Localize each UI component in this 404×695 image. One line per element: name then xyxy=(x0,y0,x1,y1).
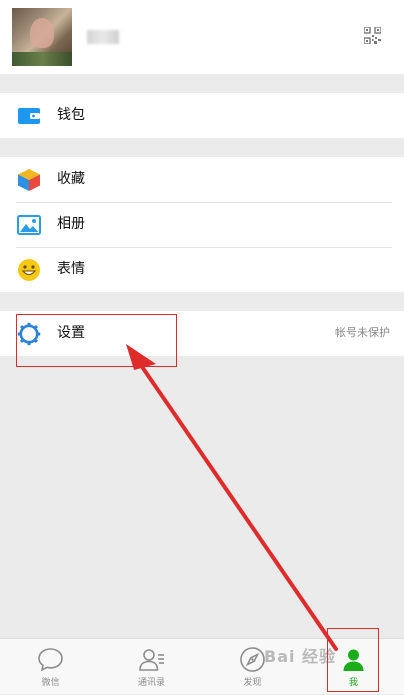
chat-bubble-icon xyxy=(38,648,63,672)
menu-item-favorites[interactable]: 收藏 xyxy=(0,157,404,202)
settings-highlight-box xyxy=(16,314,177,367)
menu-item-label: 相册 xyxy=(57,216,85,232)
tab-label: 微信 xyxy=(41,678,60,688)
compass-icon xyxy=(240,647,265,672)
menu-item-wallet[interactable]: 钱包 xyxy=(0,93,404,138)
menu-item-label: 钱包 xyxy=(57,107,85,123)
account-protection-hint: 帐号未保护 xyxy=(335,326,390,339)
sticker-smile-icon xyxy=(18,259,40,281)
tab-chats[interactable]: 微信 xyxy=(0,639,101,695)
watermark-text: Bai 经验 xyxy=(264,647,337,666)
album-picture-icon xyxy=(17,215,41,235)
menu-item-label: 表情 xyxy=(57,261,85,277)
collections-group: 收藏 相册 表情 xyxy=(0,157,404,292)
avatar[interactable] xyxy=(12,8,72,66)
me-tab-highlight-box xyxy=(327,628,379,692)
wallet-group: 钱包 xyxy=(0,93,404,138)
menu-item-stickers[interactable]: 表情 xyxy=(0,247,404,292)
profile-card[interactable] xyxy=(0,0,404,74)
qrcode-icon[interactable] xyxy=(364,27,381,44)
tab-label: 通讯录 xyxy=(137,678,165,688)
wallet-icon xyxy=(18,108,40,124)
favorites-cube-icon xyxy=(18,169,40,191)
contacts-icon xyxy=(139,649,164,671)
menu-item-label: 收藏 xyxy=(57,171,85,187)
menu-item-album[interactable]: 相册 xyxy=(0,202,404,247)
tab-label: 发现 xyxy=(243,678,262,688)
profile-nickname-blurred xyxy=(87,30,119,44)
tab-contacts[interactable]: 通讯录 xyxy=(101,639,202,695)
